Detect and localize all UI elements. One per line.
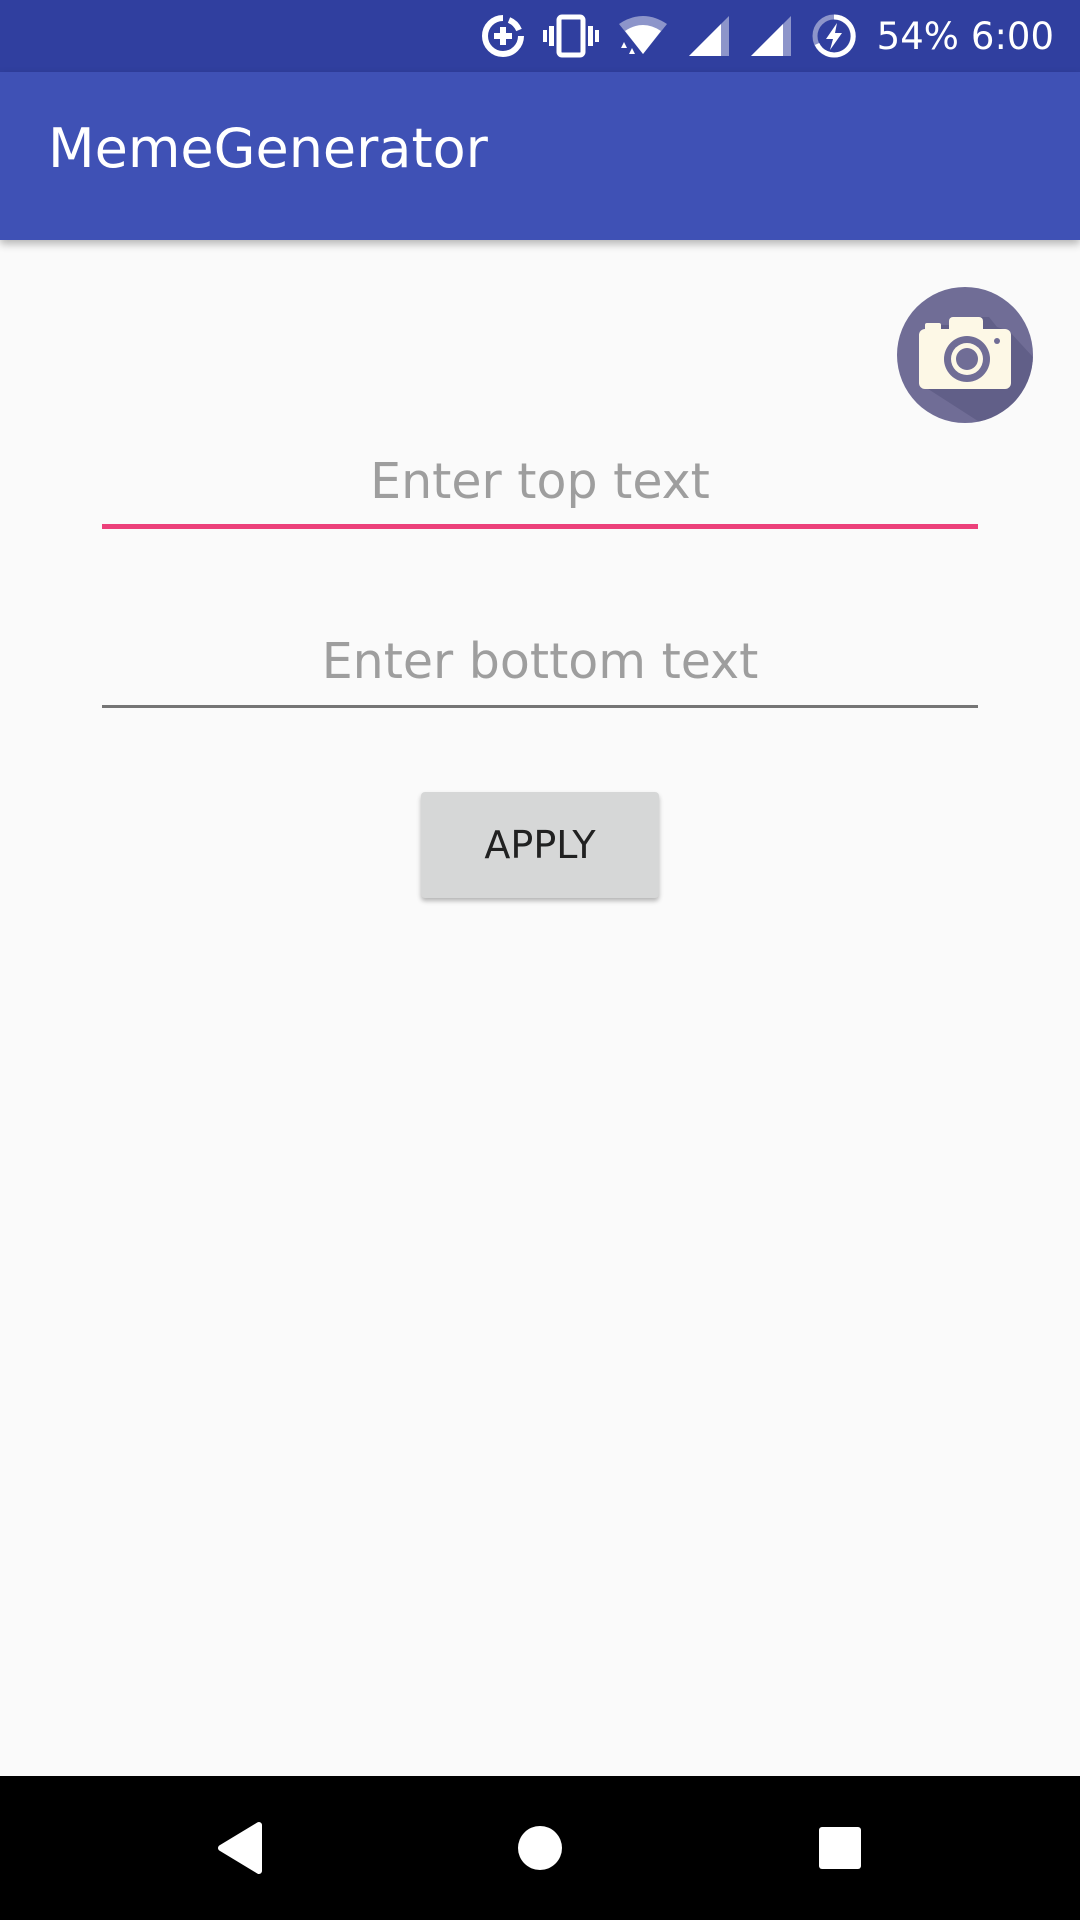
camera-icon [919,317,1033,423]
data-saver-icon [481,14,525,58]
home-icon [518,1826,562,1870]
recents-button[interactable] [750,1776,930,1920]
status-icons: 54% 6:00 [463,0,1080,72]
signal-icon [687,14,731,58]
vibrate-icon [542,14,599,58]
navigation-bar [0,1776,1080,1920]
top-text-field [102,446,978,529]
back-icon [218,1822,262,1874]
bottom-text-field [102,626,978,708]
apply-button[interactable]: APPLY [421,792,659,898]
battery-percent: 54% [876,14,959,58]
apply-button-label: APPLY [484,823,596,867]
bottom-text-underline [102,705,978,708]
home-button[interactable] [450,1776,630,1920]
app-bar: MemeGenerator [0,72,1080,240]
top-text-underline [102,524,978,529]
clock: 6:00 [970,14,1054,58]
recents-icon [819,1827,861,1869]
wifi-icon [617,14,669,58]
top-text-input[interactable] [102,446,978,516]
back-button[interactable] [150,1776,330,1920]
status-bar: 54% 6:00 [0,0,1080,72]
camera-button[interactable] [897,287,1033,423]
signal-icon-2 [749,14,793,58]
app-title: MemeGenerator [48,117,488,180]
battery-charging-icon [811,13,857,59]
bottom-text-input[interactable] [102,626,978,696]
